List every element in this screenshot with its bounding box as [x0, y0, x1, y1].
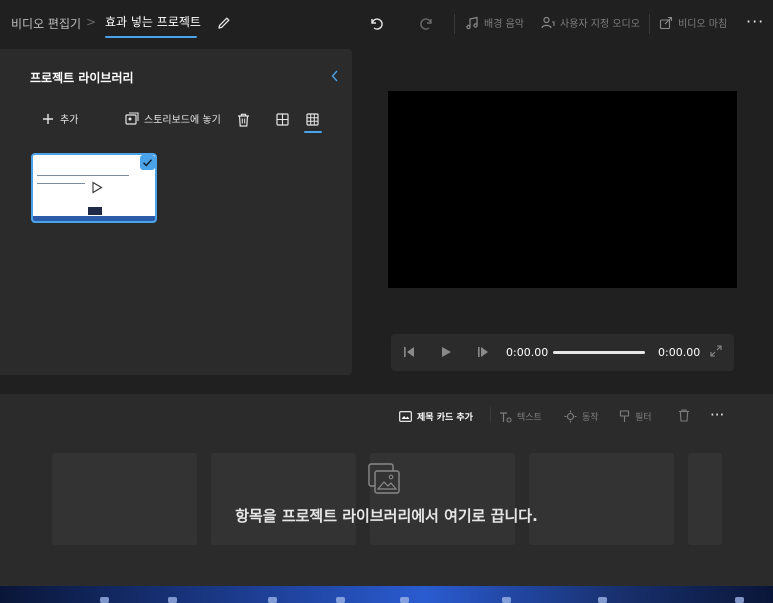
taskbar-app-icon[interactable]: [502, 597, 511, 603]
storyboard-drop-hint: 항목을 프로젝트 라이브러리에서 여기로 끕니다.: [235, 507, 538, 525]
taskbar-app-icon[interactable]: [598, 597, 607, 603]
thumbnail-play-icon: [91, 181, 103, 194]
place-in-storyboard-button[interactable]: 스토리보드에 놓기: [125, 111, 221, 126]
person-audio-icon: [541, 16, 555, 30]
add-media-button[interactable]: 추가: [42, 111, 78, 126]
seek-slider[interactable]: [553, 351, 645, 354]
breadcrumb-separator: >: [86, 15, 97, 29]
add-media-label: 추가: [60, 115, 79, 126]
library-toolbar: 추가 스토리보드에 놓기: [0, 111, 352, 135]
text-button[interactable]: 텍스트: [499, 410, 542, 423]
toolbar-divider: [454, 14, 455, 34]
motion-label: 동작: [582, 413, 599, 423]
add-title-card-button[interactable]: 제목 카드 추가: [399, 410, 473, 423]
undo-icon[interactable]: [368, 15, 384, 31]
delete-trash-icon[interactable]: [237, 113, 250, 127]
finish-video-label: 비디오 마침: [678, 19, 728, 30]
finish-video-button[interactable]: 비디오 마침: [659, 15, 727, 30]
fullscreen-icon[interactable]: [710, 345, 722, 357]
place-in-storyboard-label: 스토리보드에 놓기: [144, 115, 221, 126]
top-bar: 비디오 편집기 > 효과 넣는 프로젝트 배경 음악 사용자 지정 오디오 비디…: [0, 0, 773, 48]
background-music-button[interactable]: 배경 음악: [465, 15, 524, 30]
playback-controls: 0:00.00 0:00.00: [391, 334, 734, 371]
add-title-card-label: 제목 카드 추가: [417, 413, 473, 423]
storyboard-slot: [211, 453, 356, 545]
redo-icon[interactable]: [419, 15, 435, 31]
thumbnail-content: [88, 207, 102, 215]
storyboard-slot: [52, 453, 197, 545]
step-forward-icon[interactable]: [477, 346, 489, 358]
desktop-wallpaper-strip: [0, 586, 773, 603]
selected-checkmark-icon[interactable]: [140, 155, 155, 170]
project-library-panel: 프로젝트 라이브러리 추가 스토리보드에 놓기: [0, 49, 352, 375]
taskbar-app-icon[interactable]: [168, 597, 177, 603]
small-grid-view-icon[interactable]: [306, 113, 319, 126]
taskbar-app-icon[interactable]: [268, 597, 277, 603]
thumbnail-taskbar: [33, 216, 155, 221]
background-music-label: 배경 음악: [484, 19, 524, 30]
storyboard-trash-icon[interactable]: [678, 409, 690, 422]
music-note-icon: [465, 16, 479, 30]
large-grid-view-icon[interactable]: [276, 113, 289, 126]
media-thumbnail[interactable]: [31, 153, 157, 223]
taskbar-app-icon[interactable]: [100, 597, 109, 603]
toolbar-divider: [490, 407, 491, 423]
play-icon[interactable]: [440, 346, 452, 358]
step-back-icon[interactable]: [403, 346, 415, 358]
storyboard-place-icon: [125, 112, 139, 125]
storyboard-slot: [529, 453, 674, 545]
breadcrumb-root[interactable]: 비디오 편집기: [11, 15, 81, 32]
text-icon: [499, 411, 512, 423]
plus-icon: [42, 113, 54, 125]
title-card-icon: [399, 411, 412, 422]
share-export-icon: [659, 16, 673, 30]
more-options-icon[interactable]: ···: [746, 12, 764, 31]
current-time: 0:00.00: [506, 346, 549, 359]
drop-media-icon: [367, 462, 401, 496]
taskbar-app-icon[interactable]: [735, 597, 744, 603]
taskbar-app-icon[interactable]: [400, 597, 409, 603]
storyboard-more-icon[interactable]: ···: [710, 406, 724, 424]
thumbnail-content: [37, 183, 85, 184]
taskbar-app-icon[interactable]: [336, 597, 345, 603]
library-title: 프로젝트 라이브러리: [30, 71, 134, 85]
rename-pencil-icon[interactable]: [216, 15, 232, 31]
storyboard-slot: [688, 453, 722, 545]
custom-audio-label: 사용자 지정 오디오: [560, 19, 640, 30]
total-time: 0:00.00: [658, 346, 701, 359]
project-title-underline: [105, 36, 197, 38]
video-preview: [388, 91, 737, 288]
collapse-chevron-icon[interactable]: [331, 70, 339, 82]
motion-icon: [564, 410, 577, 423]
toolbar-divider: [649, 14, 650, 34]
text-label: 텍스트: [517, 413, 542, 423]
view-selected-indicator: [304, 131, 322, 133]
thumbnail-content: [37, 175, 129, 176]
storyboard-panel: 제목 카드 추가 텍스트 동작 필터 ··· 항목을 프로젝트 라이브러리에서 …: [0, 394, 773, 586]
project-title[interactable]: 효과 넣는 프로젝트: [105, 13, 201, 30]
motion-button[interactable]: 동작: [564, 410, 599, 423]
filter-brush-icon: [619, 410, 630, 423]
filters-label: 필터: [635, 413, 652, 423]
filters-button[interactable]: 필터: [619, 410, 652, 423]
custom-audio-button[interactable]: 사용자 지정 오디오: [541, 15, 640, 30]
